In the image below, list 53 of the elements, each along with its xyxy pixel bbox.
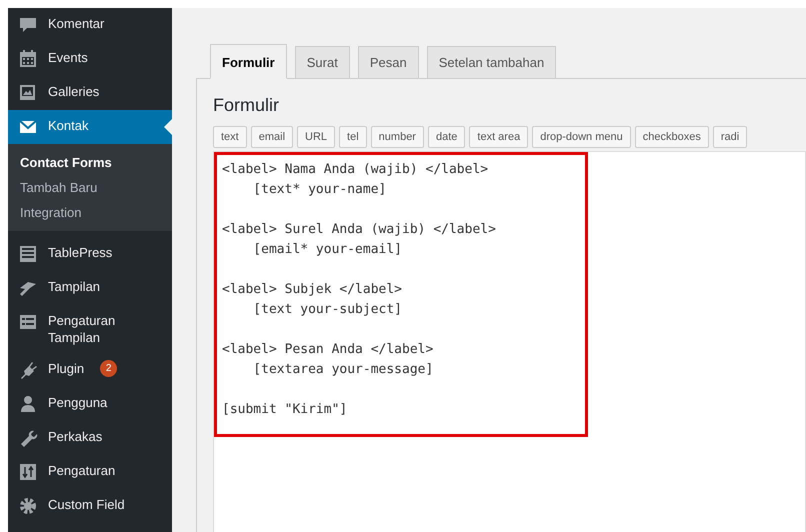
- tab[interactable]: Pesan: [358, 46, 419, 79]
- menu-label: Galleries: [48, 83, 100, 100]
- sidebar-item[interactable]: Galleries: [8, 76, 172, 110]
- table-icon: [18, 244, 38, 264]
- sidebar-item[interactable]: Kontak: [8, 110, 172, 144]
- menu-label: Komentar: [48, 15, 104, 32]
- tag-button[interactable]: text area: [469, 126, 528, 148]
- update-count-badge: 2: [100, 360, 118, 377]
- sidebar-item[interactable]: Pengguna: [8, 387, 172, 421]
- menu-label: Events: [48, 49, 88, 66]
- menu-label: Custom Field: [48, 496, 125, 513]
- tag-button[interactable]: number: [370, 126, 424, 148]
- tag-button[interactable]: radi: [712, 126, 748, 148]
- section-heading: Formulir: [213, 95, 280, 116]
- calendar-icon: [18, 49, 38, 69]
- comment-icon: [18, 15, 38, 35]
- tab[interactable]: Surat: [294, 46, 350, 79]
- sidebar-item[interactable]: Perkakas: [8, 421, 172, 455]
- tag-button[interactable]: tel: [339, 126, 367, 148]
- sidebar-item[interactable]: Events: [8, 42, 172, 76]
- sidebar-item[interactable]: Pengaturan: [8, 455, 172, 489]
- menu-label: Plugin: [48, 360, 84, 377]
- sidebar-item[interactable]: Tampilan: [8, 271, 172, 305]
- code-editor[interactable]: [213, 151, 806, 532]
- tag-button[interactable]: date: [428, 126, 466, 148]
- sidebar-item[interactable]: Pengaturan Tampilan: [8, 305, 172, 353]
- menu-label: Kontak: [48, 117, 88, 134]
- list-icon: [18, 312, 38, 332]
- sidebar-item[interactable]: Komentar: [8, 8, 172, 42]
- tag-button[interactable]: email: [250, 126, 294, 148]
- form-code: <label> Nama Anda (wajib) </label> [text* your-name] <label> Surel Anda (wajib) </label> [email* your-email] <label> Subjek </label> [text your-subject] <label> Pesan Anda </label> [textarea your-message] [submit "Kirim"]: [222, 161, 497, 419]
- submenu-item[interactable]: Tambah Baru: [8, 175, 172, 200]
- submenu-item[interactable]: Contact Forms: [8, 150, 172, 175]
- tag-button[interactable]: drop-down menu: [532, 126, 631, 148]
- menu-label: Pengguna: [48, 394, 108, 411]
- tag-button[interactable]: URL: [297, 126, 336, 148]
- sidebar-item[interactable]: Custom Field: [8, 489, 172, 523]
- menu-label: Pengaturan Tampilan: [48, 312, 116, 346]
- menu-label: TablePress: [48, 244, 112, 261]
- sidebar-item[interactable]: Plugin 2: [8, 353, 172, 387]
- menu-label: Tampilan: [48, 278, 100, 295]
- tag-button[interactable]: text: [213, 126, 247, 148]
- menu-label: Pengaturan: [48, 462, 116, 479]
- menu-label: Perkakas: [48, 428, 102, 445]
- sliders-icon: [18, 462, 38, 482]
- tab[interactable]: Formulir: [210, 44, 287, 79]
- sidebar-item[interactable]: TablePress: [8, 237, 172, 271]
- tag-button[interactable]: checkboxes: [634, 126, 709, 148]
- gear-icon: [18, 496, 38, 516]
- picture-icon: [18, 83, 38, 103]
- tab[interactable]: Setelan tambahan: [426, 46, 556, 79]
- submenu-item[interactable]: Integration: [8, 200, 172, 225]
- user-icon: [18, 394, 38, 414]
